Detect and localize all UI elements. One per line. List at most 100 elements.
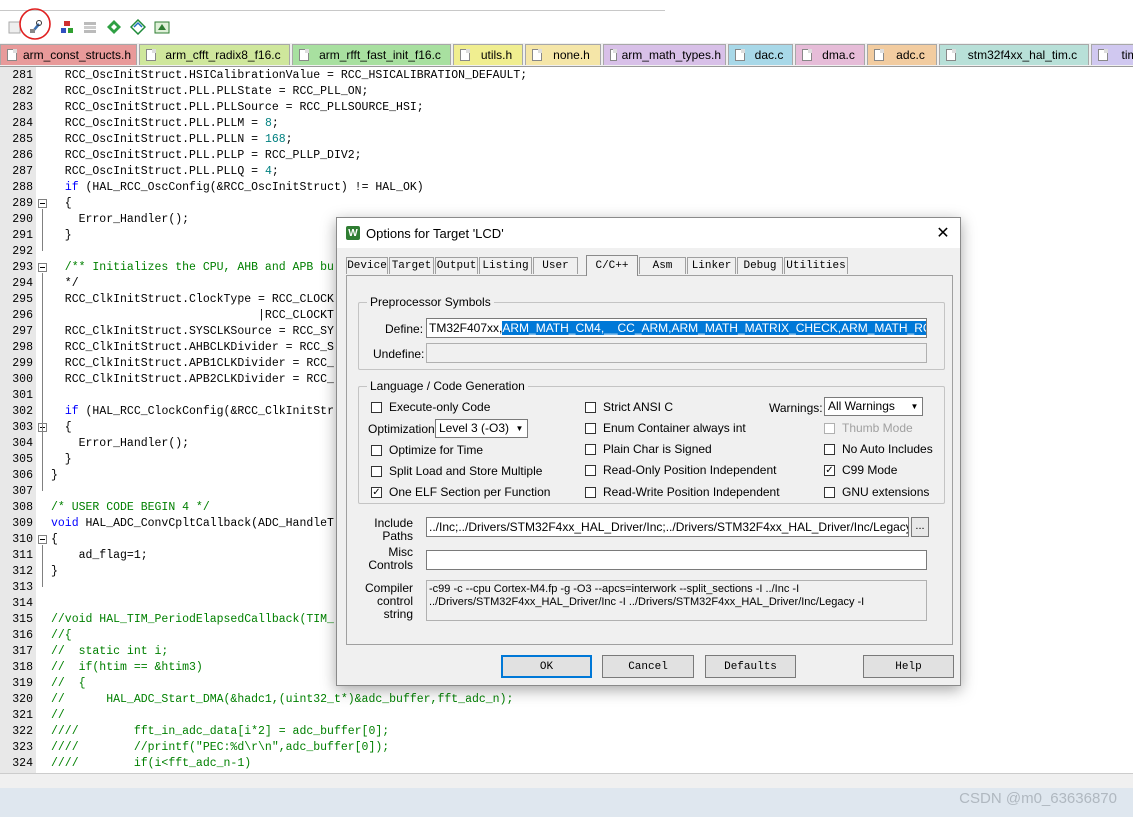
undefine-field[interactable] bbox=[426, 343, 927, 363]
manage-runtime-icon[interactable] bbox=[105, 18, 123, 36]
code-line[interactable]: } bbox=[51, 564, 58, 580]
code-line[interactable]: } bbox=[51, 468, 58, 484]
tab-cpp[interactable]: C/C++ bbox=[586, 255, 638, 276]
close-icon[interactable]: ✕ bbox=[926, 218, 960, 248]
code-line[interactable]: } bbox=[51, 452, 72, 468]
code-line[interactable]: // if(htim == &htim3) bbox=[51, 660, 203, 676]
enum-container-checkbox[interactable]: Enum Container always int bbox=[585, 421, 746, 435]
code-line[interactable]: Error_Handler(); bbox=[51, 212, 189, 228]
code-line[interactable]: if (HAL_RCC_OscConfig(&RCC_OscInitStruct… bbox=[51, 180, 424, 196]
code-line[interactable]: // bbox=[51, 708, 65, 724]
tab-target[interactable]: Target bbox=[389, 257, 434, 274]
manage-project-items-icon[interactable] bbox=[58, 18, 76, 36]
file-tab[interactable]: adc.c bbox=[867, 44, 937, 65]
event-recorder-icon[interactable] bbox=[153, 18, 171, 36]
one-elf-checkbox[interactable]: ✓ One ELF Section per Function bbox=[371, 485, 550, 499]
execute-only-checkbox[interactable]: Execute-only Code bbox=[371, 400, 490, 414]
file-tab[interactable]: dma.c bbox=[795, 44, 865, 65]
code-line[interactable]: RCC_ClkInitStruct.SYSCLKSource = RCC_SY bbox=[51, 324, 334, 340]
dialog-title-bar[interactable]: W Options for Target 'LCD' ✕ bbox=[337, 218, 960, 248]
optimize-time-checkbox[interactable]: Optimize for Time bbox=[371, 443, 483, 457]
compiler-control-string[interactable]: -c99 -c --cpu Cortex-M4.fp -g -O3 --apcs… bbox=[426, 580, 927, 621]
code-line[interactable]: RCC_ClkInitStruct.APB2CLKDivider = RCC_ bbox=[51, 372, 334, 388]
code-line[interactable]: |RCC_CLOCKT bbox=[51, 308, 334, 324]
code-line[interactable]: //// if(i<fft_adc_n-1) bbox=[51, 756, 251, 772]
fold-toggle-icon[interactable] bbox=[38, 263, 47, 272]
file-tab[interactable]: arm_const_structs.h bbox=[0, 44, 137, 65]
compiler-label-line3: string bbox=[383, 607, 413, 621]
tab-debug[interactable]: Debug bbox=[737, 257, 783, 274]
code-line[interactable]: //{ bbox=[51, 628, 72, 644]
strict-ansi-checkbox[interactable]: Strict ANSI C bbox=[585, 400, 673, 414]
fold-toggle-icon[interactable] bbox=[38, 199, 47, 208]
code-line[interactable]: RCC_OscInitStruct.HSICalibrationValue = … bbox=[51, 68, 527, 84]
file-tab[interactable]: arm_math_types.h bbox=[603, 44, 726, 65]
c99-mode-checkbox[interactable]: ✓ C99 Mode bbox=[824, 463, 897, 477]
code-line[interactable]: ad_flag=1; bbox=[51, 548, 148, 564]
pack-installer-icon[interactable] bbox=[129, 18, 147, 36]
code-line[interactable]: //// //printf("PEC:%d\r\n",adc_buffer[0]… bbox=[51, 740, 389, 756]
code-line[interactable]: /* USER CODE BEGIN 4 */ bbox=[51, 500, 210, 516]
file-tab[interactable]: dac.c bbox=[728, 44, 793, 65]
rw-pi-checkbox[interactable]: Read-Write Position Independent bbox=[585, 485, 780, 499]
code-line[interactable]: RCC_ClkInitStruct.APB1CLKDivider = RCC_ bbox=[51, 356, 334, 372]
dialog-title: Options for Target 'LCD' bbox=[366, 225, 504, 241]
code-line[interactable]: RCC_OscInitStruct.PLL.PLLSource = RCC_PL… bbox=[51, 100, 424, 116]
help-button[interactable]: Help bbox=[863, 655, 954, 678]
defaults-button[interactable]: Defaults bbox=[705, 655, 796, 678]
code-line[interactable]: } bbox=[51, 228, 72, 244]
gnu-extensions-checkbox[interactable]: GNU extensions bbox=[824, 485, 929, 499]
split-load-checkbox[interactable]: Split Load and Store Multiple bbox=[371, 464, 542, 478]
code-line[interactable]: //void HAL_TIM_PeriodElapsedCallback(TIM… bbox=[51, 612, 334, 628]
file-tab[interactable]: arm_cfft_radix8_f16.c bbox=[139, 44, 290, 65]
fold-toggle-icon[interactable] bbox=[38, 535, 47, 544]
tab-user[interactable]: User bbox=[533, 257, 578, 274]
code-line[interactable]: // HAL_ADC_Start_DMA(&hadc1,(uint32_t*)&… bbox=[51, 692, 513, 708]
code-line[interactable]: /** Initializes the CPU, AHB and APB bu bbox=[51, 260, 334, 276]
line-number: 281 bbox=[12, 69, 33, 82]
one-elf-label: One ELF Section per Function bbox=[389, 485, 551, 499]
code-line[interactable]: // { bbox=[51, 676, 86, 692]
define-field[interactable]: TM32F407xx,ARM_MATH_CM4,__CC_ARM,ARM_MAT… bbox=[426, 318, 927, 338]
line-number: 310 bbox=[12, 533, 33, 546]
code-line[interactable]: RCC_ClkInitStruct.AHBCLKDivider = RCC_S bbox=[51, 340, 334, 356]
code-line[interactable]: */ bbox=[51, 276, 79, 292]
tab-asm[interactable]: Asm bbox=[639, 257, 686, 274]
file-tab[interactable]: stm32f4xx_hal_tim.c bbox=[939, 44, 1089, 65]
code-line[interactable]: //// fft_in_adc_data[i*2] = adc_buffer[0… bbox=[51, 724, 389, 740]
tab-utilities[interactable]: Utilities bbox=[784, 257, 848, 274]
plain-char-checkbox[interactable]: Plain Char is Signed bbox=[585, 442, 712, 456]
misc-controls-field[interactable] bbox=[426, 550, 927, 570]
cancel-button[interactable]: Cancel bbox=[602, 655, 694, 678]
ok-button[interactable]: OK bbox=[501, 655, 592, 678]
browse-include-button[interactable]: ... bbox=[911, 517, 929, 537]
tab-device[interactable]: Device bbox=[346, 257, 388, 274]
file-tab[interactable]: none.h bbox=[525, 44, 601, 65]
code-line[interactable]: RCC_OscInitStruct.PLL.PLLQ = 4; bbox=[51, 164, 279, 180]
file-tab[interactable]: arm_rfft_fast_init_f16.c bbox=[292, 44, 451, 65]
include-paths-field[interactable]: ../Inc;../Drivers/STM32F4xx_HAL_Driver/I… bbox=[426, 517, 909, 537]
code-line[interactable]: RCC_ClkInitStruct.ClockType = RCC_CLOCK bbox=[51, 292, 334, 308]
file-tab[interactable]: utils.h bbox=[453, 44, 523, 65]
code-line[interactable]: RCC_OscInitStruct.PLL.PLLP = RCC_PLLP_DI… bbox=[51, 148, 362, 164]
horizontal-scrollbar[interactable] bbox=[0, 773, 1133, 788]
ro-pi-checkbox[interactable]: Read-Only Position Independent bbox=[585, 463, 776, 477]
file-tab[interactable]: tim bbox=[1091, 44, 1133, 65]
code-line[interactable]: RCC_OscInitStruct.PLL.PLLState = RCC_PLL… bbox=[51, 84, 369, 100]
tab-linker[interactable]: Linker bbox=[687, 257, 736, 274]
code-line[interactable]: RCC_OscInitStruct.PLL.PLLM = 8; bbox=[51, 116, 279, 132]
warnings-select[interactable]: All Warnings ▼ bbox=[824, 397, 923, 416]
code-line[interactable]: { bbox=[51, 196, 72, 212]
code-line[interactable]: { bbox=[51, 420, 72, 436]
tab-listing[interactable]: Listing bbox=[479, 257, 532, 274]
no-auto-includes-checkbox[interactable]: No Auto Includes bbox=[824, 442, 933, 456]
code-line[interactable]: if (HAL_RCC_ClockConfig(&RCC_ClkInitStr bbox=[51, 404, 334, 420]
code-line[interactable]: { bbox=[51, 532, 58, 548]
code-line[interactable]: RCC_OscInitStruct.PLL.PLLN = 168; bbox=[51, 132, 293, 148]
optimization-select[interactable]: Level 3 (-O3) ▼ bbox=[435, 419, 528, 438]
code-line[interactable]: // static int i; bbox=[51, 644, 168, 660]
code-line[interactable]: void HAL_ADC_ConvCpltCallback(ADC_Handle… bbox=[51, 516, 334, 532]
select-packs-icon[interactable] bbox=[81, 18, 99, 36]
code-line[interactable]: Error_Handler(); bbox=[51, 436, 189, 452]
tab-output[interactable]: Output bbox=[435, 257, 478, 274]
